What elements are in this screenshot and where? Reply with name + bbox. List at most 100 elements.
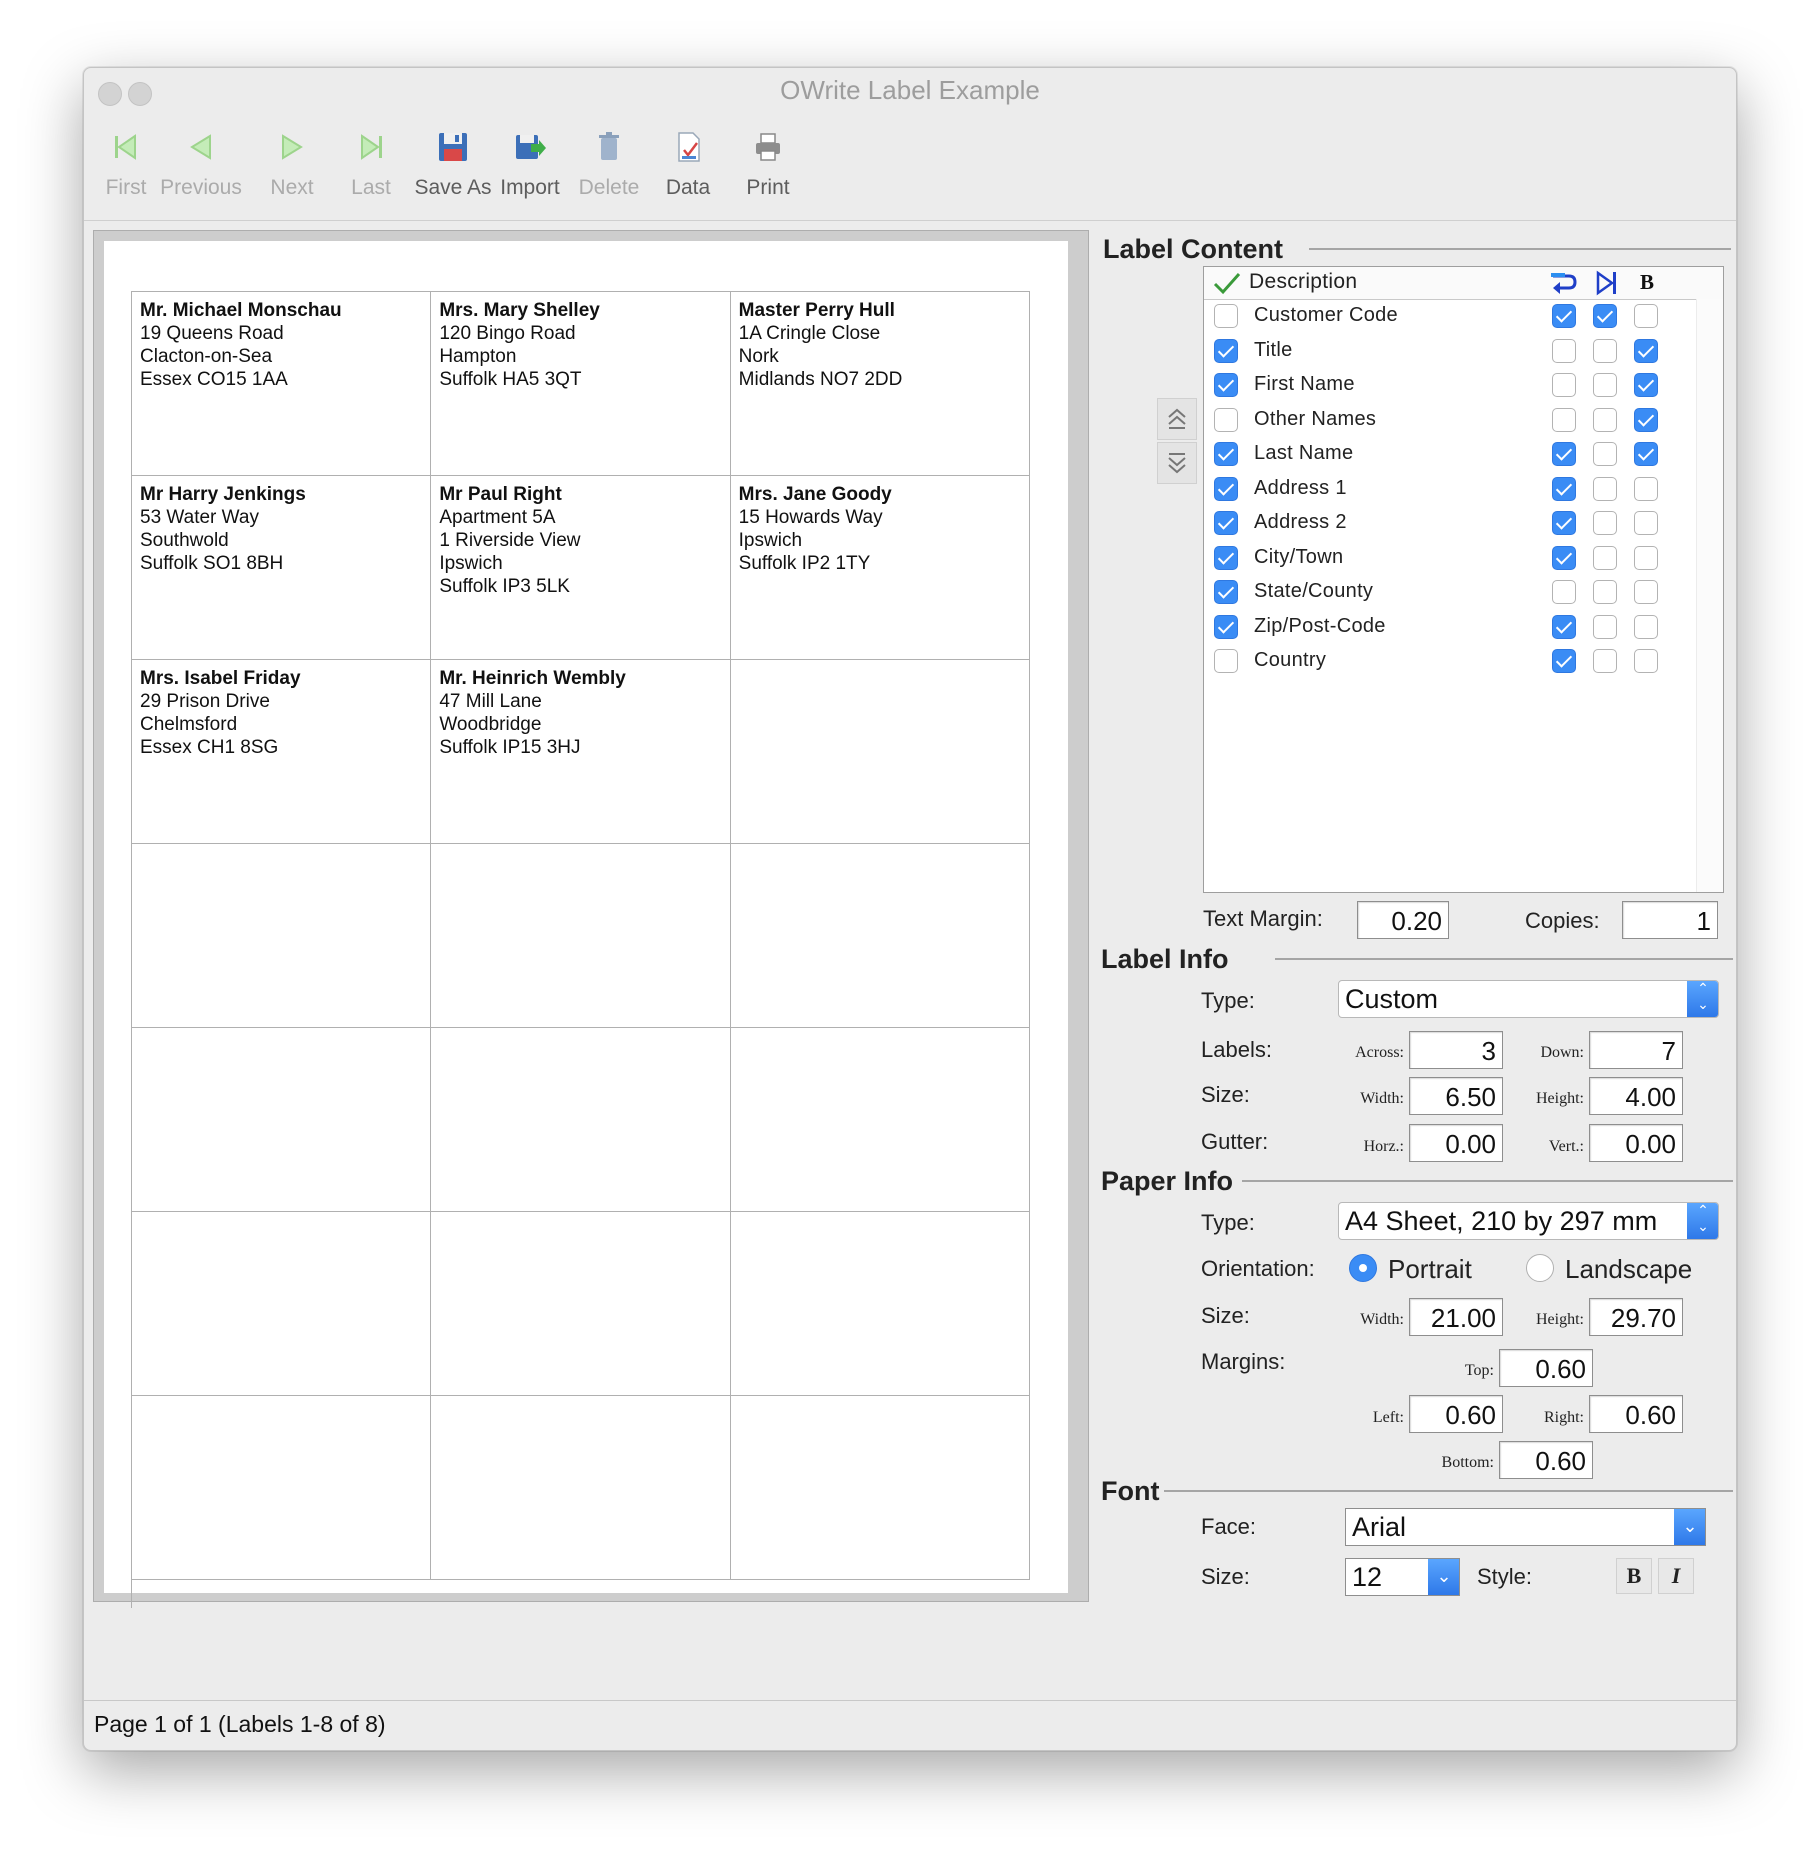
top-margin-field[interactable]: 0.60 — [1499, 1349, 1593, 1387]
bold-checkbox[interactable] — [1634, 545, 1658, 570]
label-type-select[interactable]: Custom ⌃ ⌄ — [1338, 980, 1719, 1018]
bold-checkbox[interactable] — [1634, 407, 1658, 432]
delete-button[interactable]: Delete — [564, 130, 654, 200]
chevron-down-icon: ⌄ — [1428, 1559, 1459, 1595]
bold-checkbox[interactable] — [1634, 304, 1658, 328]
newline-checkbox[interactable] — [1552, 476, 1576, 501]
down-field[interactable]: 7 — [1589, 1031, 1683, 1069]
newline-checkbox[interactable] — [1552, 649, 1576, 673]
move-up-button[interactable] — [1157, 398, 1197, 440]
data-button[interactable]: Data — [643, 130, 733, 200]
paper-height-field[interactable]: 29.70 — [1589, 1298, 1683, 1336]
include-checkbox[interactable] — [1214, 338, 1238, 363]
paper-type-select[interactable]: A4 Sheet, 210 by 297 mm ⌃ ⌄ — [1338, 1202, 1719, 1240]
label-address-line: Hampton — [439, 346, 517, 367]
include-checkbox[interactable] — [1214, 373, 1238, 397]
portrait-label[interactable]: Portrait — [1388, 1254, 1472, 1285]
bottom-margin-field[interactable]: 0.60 — [1499, 1441, 1593, 1479]
label-address-line: Essex CO15 1AA — [140, 369, 288, 390]
across-field[interactable]: 3 — [1409, 1031, 1503, 1069]
text-margin-field[interactable]: 0.20 — [1357, 901, 1449, 939]
bold-style-button[interactable]: B — [1616, 1558, 1652, 1594]
paper-width-field[interactable]: 21.00 — [1409, 1298, 1503, 1336]
tab-checkbox[interactable] — [1593, 373, 1617, 397]
portrait-radio[interactable] — [1349, 1254, 1377, 1282]
newline-checkbox[interactable] — [1552, 580, 1576, 604]
newline-checkbox[interactable] — [1552, 545, 1576, 570]
tab-checkbox[interactable] — [1593, 442, 1617, 466]
field-row[interactable]: Country — [1204, 645, 1723, 679]
label-recipient-name: Mr. Heinrich Wembly — [439, 668, 626, 689]
include-checkbox[interactable] — [1214, 614, 1238, 639]
label-width-field[interactable]: 6.50 — [1409, 1077, 1503, 1115]
include-checkbox[interactable] — [1214, 476, 1238, 501]
bold-checkbox[interactable] — [1634, 511, 1658, 535]
last-button[interactable]: Last — [326, 130, 416, 200]
field-row[interactable]: City/Town — [1204, 542, 1723, 576]
field-list-scrollbar[interactable] — [1696, 299, 1723, 892]
bottom-margin-label: Bottom: — [1441, 1454, 1494, 1471]
field-row[interactable]: Last Name — [1204, 438, 1723, 472]
vert-gutter-field[interactable]: 0.00 — [1589, 1124, 1683, 1162]
label-address-line: Woodbridge — [439, 714, 542, 735]
newline-checkbox[interactable] — [1552, 373, 1576, 397]
horz-gutter-field[interactable]: 0.00 — [1409, 1124, 1503, 1162]
include-checkbox[interactable] — [1214, 545, 1238, 570]
italic-style-button[interactable]: I — [1658, 1558, 1694, 1594]
bold-checkbox[interactable] — [1634, 338, 1658, 363]
field-row[interactable]: Title — [1204, 335, 1723, 369]
label-height-field[interactable]: 4.00 — [1589, 1077, 1683, 1115]
left-margin-field[interactable]: 0.60 — [1409, 1395, 1503, 1433]
font-size-select[interactable]: 12 ⌄ — [1345, 1558, 1460, 1596]
font-face-select[interactable]: Arial ⌄ — [1345, 1508, 1706, 1546]
tab-checkbox[interactable] — [1593, 407, 1617, 432]
chevron-down-icon: ⌄ — [1674, 1509, 1705, 1545]
tab-checkbox[interactable] — [1593, 649, 1617, 673]
tab-checkbox[interactable] — [1593, 614, 1617, 639]
tab-checkbox[interactable] — [1593, 476, 1617, 501]
tab-checkbox[interactable] — [1593, 338, 1617, 363]
field-row[interactable]: Address 2 — [1204, 507, 1723, 541]
bold-checkbox[interactable] — [1634, 614, 1658, 639]
bold-checkbox[interactable] — [1634, 649, 1658, 673]
newline-checkbox[interactable] — [1552, 511, 1576, 535]
include-checkbox[interactable] — [1214, 649, 1238, 673]
newline-checkbox[interactable] — [1552, 304, 1576, 328]
bold-checkbox[interactable] — [1634, 373, 1658, 397]
field-list[interactable]: Description B Customer Code Title First Na… — [1203, 266, 1724, 893]
newline-checkbox[interactable] — [1552, 407, 1576, 432]
gutter-label: Gutter: — [1201, 1129, 1269, 1154]
landscape-radio[interactable] — [1526, 1254, 1554, 1282]
right-margin-field[interactable]: 0.60 — [1589, 1395, 1683, 1433]
field-row[interactable]: Zip/Post-Code — [1204, 611, 1723, 645]
newline-checkbox[interactable] — [1552, 614, 1576, 639]
landscape-label[interactable]: Landscape — [1565, 1254, 1692, 1285]
tab-checkbox[interactable] — [1593, 545, 1617, 570]
field-row[interactable]: Address 1 — [1204, 473, 1723, 507]
next-button[interactable]: Next — [247, 130, 337, 200]
print-button[interactable]: Print — [723, 130, 813, 200]
include-checkbox[interactable] — [1214, 407, 1238, 432]
newline-checkbox[interactable] — [1552, 442, 1576, 466]
bold-checkbox[interactable] — [1634, 442, 1658, 466]
label-cell: Mr. Heinrich Wembly 47 Mill Lane Woodbridg… — [431, 660, 731, 844]
field-row[interactable]: Customer Code — [1204, 300, 1723, 334]
bold-checkbox[interactable] — [1634, 476, 1658, 501]
newline-checkbox[interactable] — [1552, 338, 1576, 363]
field-row[interactable]: Other Names — [1204, 404, 1723, 438]
include-checkbox[interactable] — [1214, 304, 1238, 328]
include-checkbox[interactable] — [1214, 442, 1238, 466]
previous-button[interactable]: Previous — [156, 130, 246, 200]
tab-checkbox[interactable] — [1593, 511, 1617, 535]
bold-checkbox[interactable] — [1634, 580, 1658, 604]
move-down-icon — [1168, 453, 1186, 474]
import-button[interactable]: Import — [485, 130, 575, 200]
field-row[interactable]: State/County — [1204, 576, 1723, 610]
include-checkbox[interactable] — [1214, 511, 1238, 535]
move-down-button[interactable] — [1157, 442, 1197, 484]
tab-checkbox[interactable] — [1593, 580, 1617, 604]
copies-field[interactable]: 1 — [1622, 901, 1718, 939]
include-checkbox[interactable] — [1214, 580, 1238, 604]
tab-checkbox[interactable] — [1593, 304, 1617, 328]
field-row[interactable]: First Name — [1204, 369, 1723, 403]
